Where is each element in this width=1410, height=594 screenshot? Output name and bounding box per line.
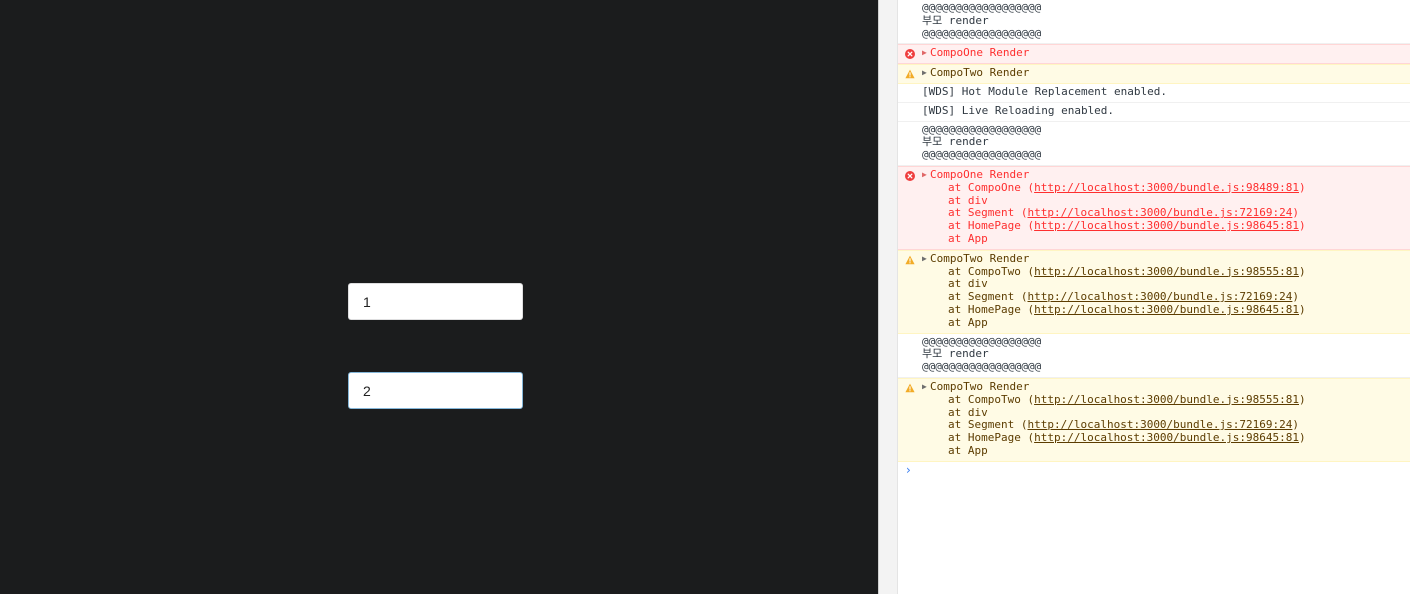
source-link[interactable]: http://localhost:3000/bundle.js:72169:24 — [1027, 290, 1292, 303]
stack-frame: at HomePage (http://localhost:3000/bundl… — [948, 431, 1306, 445]
source-link[interactable]: http://localhost:3000/bundle.js:98489:81 — [1034, 181, 1299, 194]
source-link[interactable]: http://localhost:3000/bundle.js:72169:24 — [1027, 418, 1292, 431]
stack-frame: at App — [948, 231, 988, 245]
stack-trace: at CompoOne (http://localhost:3000/bundl… — [922, 180, 1410, 246]
stack-frame: at CompoOne (http://localhost:3000/bundl… — [948, 180, 1306, 194]
console-message-title: CompoOne Render — [930, 46, 1030, 60]
console-message-title: CompoTwo Render — [930, 66, 1030, 80]
warning-triangle-icon — [905, 69, 915, 79]
console-message-warning[interactable]: ▶ CompoTwo Render at CompoTwo (http://loca… — [898, 377, 1410, 462]
console-log-line: @@@@@@@@@@@@@@@@@@ — [922, 148, 1042, 162]
expand-triangle-icon[interactable]: ▶ — [922, 67, 930, 80]
expand-triangle-icon[interactable]: ▶ — [922, 381, 930, 394]
stack-frame: at HomePage (http://localhost:3000/bundl… — [948, 302, 1306, 316]
console-prompt[interactable]: › — [898, 462, 1410, 480]
devtools-gutter — [878, 0, 898, 594]
console-message-log: [WDS] Live Reloading enabled. — [898, 103, 1410, 122]
console-log-line: @@@@@@@@@@@@@@@@@@ — [922, 26, 1042, 40]
console-message-log: @@@@@@@@@@@@@@@@@@ 부모 render @@@@@@@@@@@@@… — [898, 334, 1410, 378]
source-link[interactable]: http://localhost:3000/bundle.js:98645:81 — [1034, 431, 1299, 444]
input-two[interactable] — [348, 372, 523, 409]
console-log-line: [WDS] Hot Module Replacement enabled. — [922, 84, 1168, 98]
expand-triangle-icon[interactable]: ▶ — [922, 253, 930, 266]
console-log-line: @@@@@@@@@@@@@@@@@@ — [922, 360, 1042, 374]
console-log-line: 부모 render — [922, 13, 989, 27]
console-message-warning[interactable]: ▶ CompoTwo Render at CompoTwo (http://loca… — [898, 249, 1410, 334]
warning-triangle-icon — [905, 255, 915, 265]
console-log-line: @@@@@@@@@@@@@@@@@@ — [922, 1, 1042, 14]
stack-trace: at CompoTwo (http://localhost:3000/bundl… — [922, 392, 1410, 458]
console-message-log: @@@@@@@@@@@@@@@@@@ 부모 render @@@@@@@@@@@@@… — [898, 122, 1410, 166]
console-log-line: [WDS] Live Reloading enabled. — [922, 103, 1115, 117]
stack-frame: at App — [948, 443, 988, 457]
error-circle-icon — [905, 170, 915, 181]
source-link[interactable]: http://localhost:3000/bundle.js:98645:81 — [1034, 303, 1299, 316]
console-message-log: @@@@@@@@@@@@@@@@@@ 부모 render @@@@@@@@@@@@@… — [898, 0, 1410, 45]
expand-triangle-icon[interactable]: ▶ — [922, 169, 930, 182]
screen: @@@@@@@@@@@@@@@@@@부모 render@@@@@@@@@@@@@… — [0, 0, 1410, 594]
console-message-error[interactable]: ▶ CompoOne Render — [898, 44, 1410, 65]
console-message-error[interactable]: ▶ CompoOne Render at CompoOne (http://loca… — [898, 165, 1410, 250]
console-prompt-icon: › — [906, 462, 911, 477]
console-message-title: CompoOne Render — [930, 167, 1030, 181]
error-circle-icon — [905, 49, 915, 60]
app-viewport — [0, 0, 878, 594]
stack-frame: at App — [948, 315, 988, 329]
devtools-console[interactable]: @@@@@@@@@@@@@@@@@@ 부모 render @@@@@@@@@@@@@… — [898, 0, 1410, 594]
console-message-title: CompoTwo Render — [930, 379, 1030, 393]
source-link[interactable]: http://localhost:3000/bundle.js:98555:81 — [1034, 265, 1299, 278]
input-one[interactable] — [348, 283, 523, 320]
stack-trace: at CompoTwo (http://localhost:3000/bundl… — [922, 264, 1410, 330]
stack-frame: at CompoTwo (http://localhost:3000/bundl… — [948, 392, 1306, 406]
expand-triangle-icon[interactable]: ▶ — [922, 47, 930, 60]
console-log-line: @@@@@@@@@@@@@@@@@@ — [922, 334, 1042, 348]
console-message-title: CompoTwo Render — [930, 251, 1030, 265]
console-message-warning[interactable]: ▶ CompoTwo Render — [898, 64, 1410, 84]
warning-triangle-icon — [905, 383, 915, 393]
console-log-line: @@@@@@@@@@@@@@@@@@ — [922, 122, 1042, 136]
source-link[interactable]: http://localhost:3000/bundle.js:72169:24 — [1027, 206, 1292, 219]
source-link[interactable]: http://localhost:3000/bundle.js:98645:81 — [1034, 219, 1299, 232]
console-message-log: [WDS] Hot Module Replacement enabled. — [898, 84, 1410, 103]
stack-frame: at HomePage (http://localhost:3000/bundl… — [948, 219, 1306, 233]
source-link[interactable]: http://localhost:3000/bundle.js:98555:81 — [1034, 393, 1299, 406]
stack-frame: at CompoTwo (http://localhost:3000/bundl… — [948, 264, 1306, 278]
